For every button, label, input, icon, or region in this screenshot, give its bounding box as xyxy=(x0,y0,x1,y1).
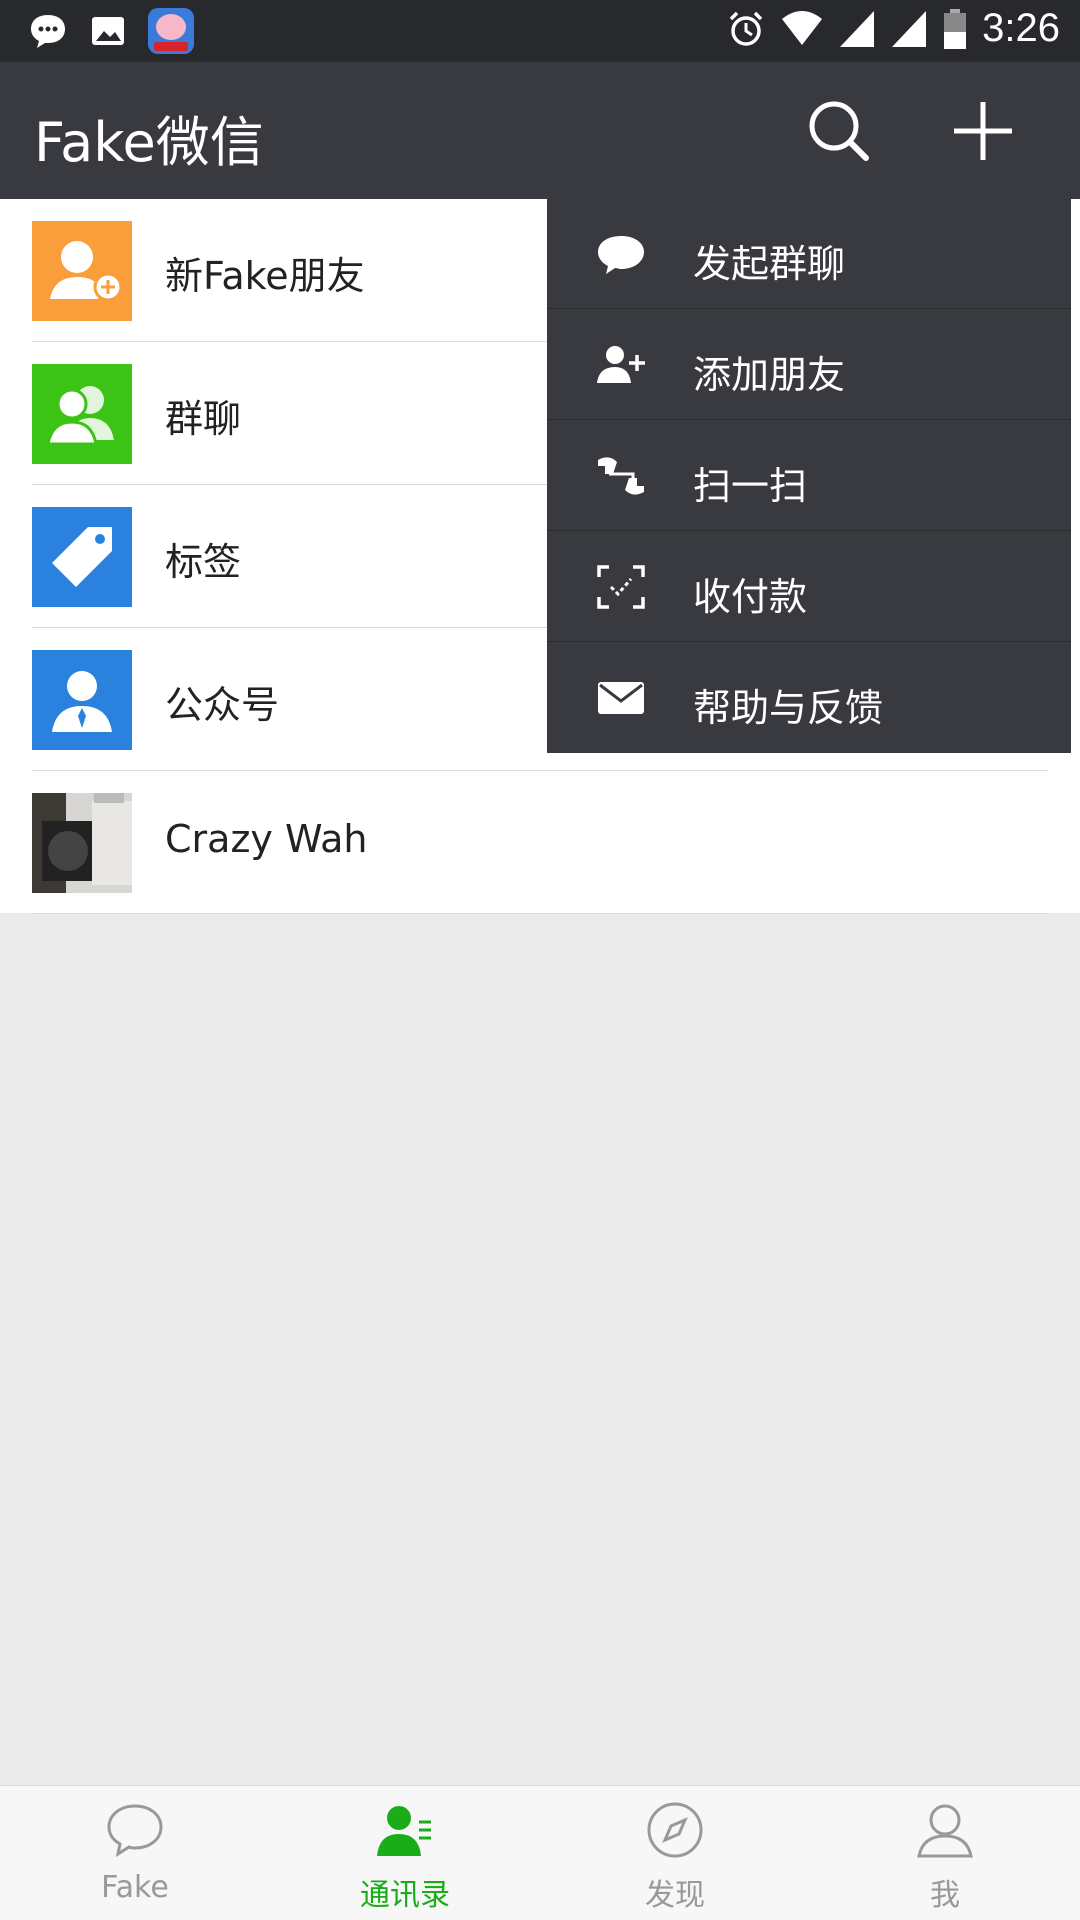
status-time: 3:26 xyxy=(982,6,1060,50)
menu-item-add-friends[interactable]: 添加朋友 xyxy=(547,310,1071,420)
add-friend-icon xyxy=(32,221,132,321)
list-item-label: Crazy Wah xyxy=(165,817,368,861)
add-person-icon xyxy=(597,346,645,383)
tab-contacts[interactable]: 通讯录 xyxy=(270,1786,540,1920)
scan-icon xyxy=(598,457,644,495)
tab-discover[interactable]: 发现 xyxy=(540,1786,810,1920)
list-item-label: 标签 xyxy=(165,540,242,584)
menu-item-label: 添加朋友 xyxy=(693,353,846,397)
tab-label: 我 xyxy=(930,1878,960,1913)
compass-icon xyxy=(647,1802,703,1858)
top-toolbar: Fake微信 xyxy=(0,62,1080,199)
app-icon xyxy=(148,8,194,54)
divider xyxy=(547,530,1071,531)
bottom-nav: Fake 通讯录 发现 我 xyxy=(0,1785,1080,1920)
signal-icon xyxy=(892,10,927,47)
list-item-label: 公众号 xyxy=(165,683,280,727)
divider xyxy=(547,308,1071,309)
status-bar: 3:26 xyxy=(0,0,1080,62)
tab-me[interactable]: 我 xyxy=(810,1786,1080,1920)
message-icon xyxy=(31,15,65,48)
group-icon xyxy=(32,364,132,464)
menu-item-label: 帮助与反馈 xyxy=(693,686,884,730)
divider xyxy=(32,913,1048,914)
tab-label: 发现 xyxy=(645,1878,705,1913)
payment-scan-icon xyxy=(597,565,645,609)
menu-item-label: 收付款 xyxy=(693,575,808,619)
divider xyxy=(547,641,1071,642)
add-popup-menu: 发起群聊 添加朋友 扫一扫 收付款 帮助与反馈 xyxy=(547,199,1071,753)
menu-item-start-group-chat[interactable]: 发起群聊 xyxy=(547,199,1071,309)
list-item-label: 群聊 xyxy=(165,397,242,441)
add-menu-button[interactable] xyxy=(940,88,1026,174)
contacts-icon xyxy=(377,1806,431,1856)
tab-chats[interactable]: Fake xyxy=(0,1786,270,1920)
menu-item-label: 扫一扫 xyxy=(693,464,808,508)
alarm-icon xyxy=(729,11,763,46)
chat-bubble-icon xyxy=(598,236,644,274)
chat-icon xyxy=(107,1804,163,1858)
signal-icon xyxy=(840,10,875,47)
menu-item-scan[interactable]: 扫一扫 xyxy=(547,421,1071,531)
menu-item-help-feedback[interactable]: 帮助与反馈 xyxy=(547,643,1071,753)
photo-avatar xyxy=(32,793,132,893)
wifi-icon xyxy=(782,10,823,45)
official-account-icon xyxy=(32,650,132,750)
me-icon xyxy=(917,1804,973,1858)
plus-icon xyxy=(954,102,1012,160)
divider xyxy=(547,419,1071,420)
app-title: Fake微信 xyxy=(34,111,264,174)
list-item-label: 新Fake朋友 xyxy=(165,254,365,298)
mail-icon xyxy=(598,682,644,714)
tab-label: Fake xyxy=(101,1870,169,1905)
search-icon xyxy=(809,101,869,161)
tab-label: 通讯录 xyxy=(360,1878,450,1913)
image-icon xyxy=(92,17,124,45)
tag-icon xyxy=(32,507,132,607)
menu-item-payment[interactable]: 收付款 xyxy=(547,532,1071,642)
menu-item-label: 发起群聊 xyxy=(693,242,846,286)
search-button[interactable] xyxy=(796,88,882,174)
list-item-contact[interactable]: Crazy Wah xyxy=(0,771,1080,914)
battery-icon xyxy=(944,8,967,49)
